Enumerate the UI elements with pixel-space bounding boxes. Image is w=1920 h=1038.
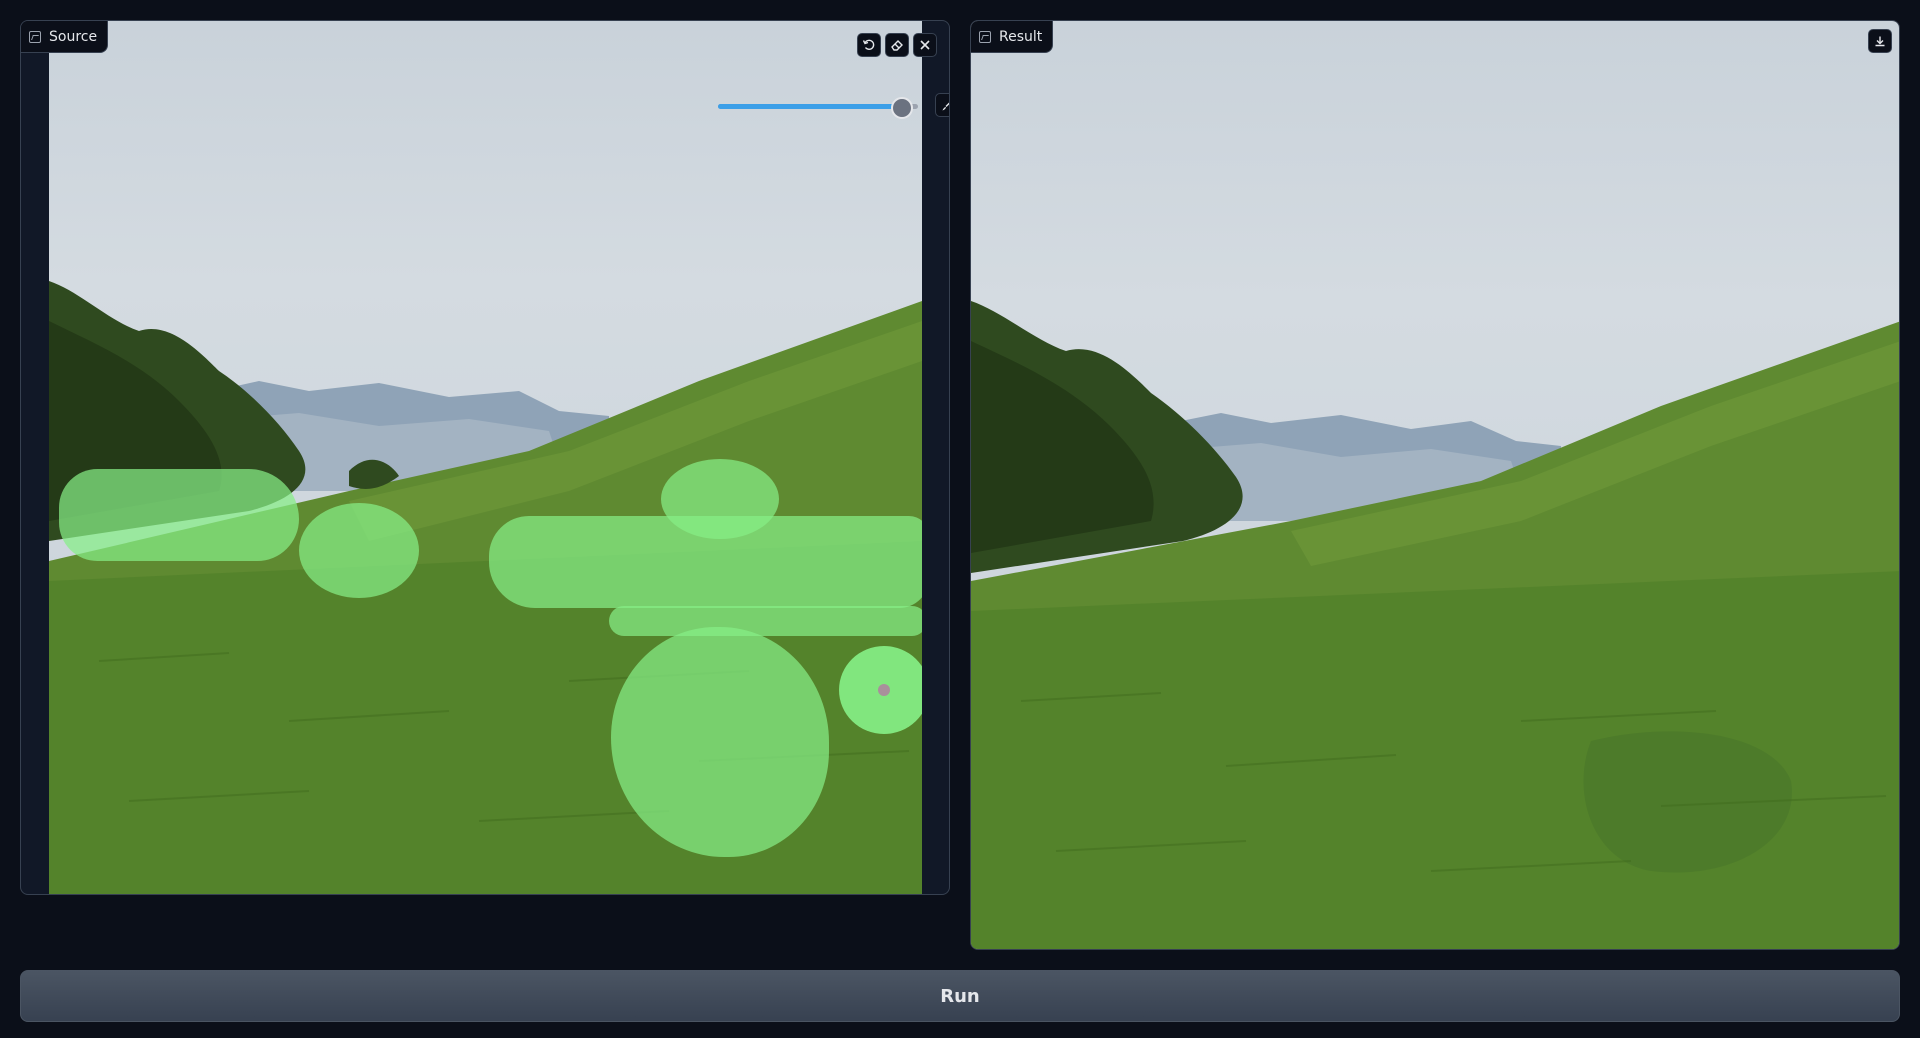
undo-button[interactable] bbox=[857, 33, 881, 57]
download-icon bbox=[1875, 36, 1885, 47]
result-label: Result bbox=[971, 21, 1054, 53]
download-button[interactable] bbox=[1868, 29, 1892, 53]
source-label-text: Source bbox=[49, 28, 98, 45]
source-image-canvas[interactable] bbox=[49, 21, 922, 894]
result-label-text: Result bbox=[999, 28, 1043, 45]
slider-fill bbox=[718, 104, 902, 109]
image-icon bbox=[979, 30, 991, 43]
run-button[interactable]: Run bbox=[20, 970, 1900, 1022]
mask-stroke bbox=[299, 503, 419, 598]
brush-icon bbox=[942, 101, 949, 110]
landscape bbox=[971, 301, 1899, 949]
close-icon bbox=[920, 40, 930, 50]
source-label: Source bbox=[21, 21, 109, 53]
eraser-icon bbox=[891, 40, 903, 51]
source-toolbar bbox=[857, 33, 937, 57]
brush-cursor bbox=[878, 684, 890, 696]
source-panel: Source bbox=[20, 20, 950, 895]
slider-thumb[interactable] bbox=[891, 97, 913, 119]
undo-icon bbox=[862, 39, 875, 50]
mask-stroke bbox=[609, 606, 922, 636]
brush-button[interactable] bbox=[935, 93, 949, 117]
result-image bbox=[971, 21, 1899, 949]
mask-stroke bbox=[59, 469, 299, 561]
brush-size-slider[interactable] bbox=[718, 97, 928, 119]
clear-button[interactable] bbox=[913, 33, 937, 57]
erase-button[interactable] bbox=[885, 33, 909, 57]
image-icon bbox=[29, 30, 41, 43]
result-panel: Result bbox=[970, 20, 1900, 950]
mask-stroke bbox=[489, 516, 922, 608]
